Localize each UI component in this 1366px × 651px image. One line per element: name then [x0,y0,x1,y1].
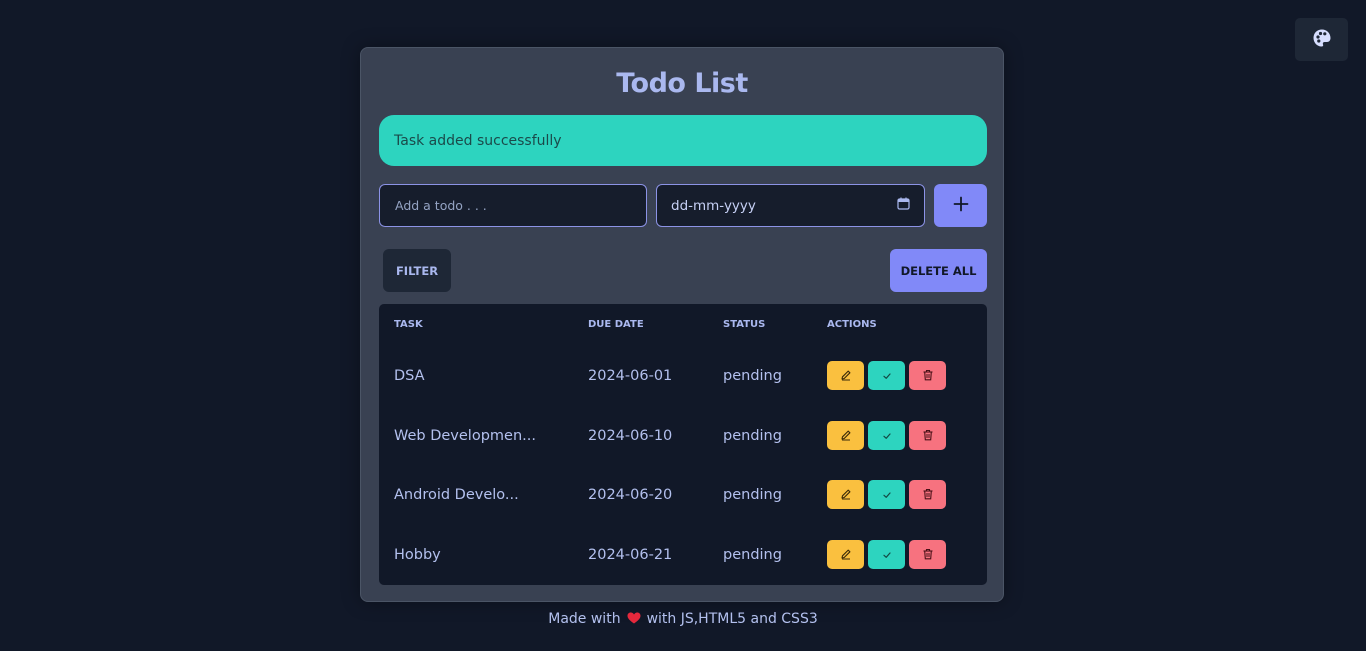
date-input-value: dd-mm-yyyy [671,197,756,214]
plus-icon [953,196,969,216]
pencil-icon [840,366,852,385]
task-due-date: 2024-06-10 [588,428,673,444]
task-name: Android Develo... [394,487,519,503]
pencil-icon [840,545,852,564]
task-status: pending [723,487,782,503]
add-todo-button[interactable] [934,184,987,227]
todo-card: Todo List Task added successfully dd-mm-… [360,47,1004,602]
table-row: Hobby 2024-06-21 pending [379,525,987,585]
delete-all-button[interactable]: DELETE ALL [890,249,987,292]
heart-icon [627,612,641,628]
row-actions [827,480,946,509]
complete-button[interactable] [868,361,905,390]
edit-button[interactable] [827,480,864,509]
edit-button[interactable] [827,421,864,450]
table-row: Web Developmen... 2024-06-10 pending [379,406,987,466]
success-alert: Task added successfully [379,115,987,166]
check-icon [882,426,892,445]
complete-button[interactable] [868,421,905,450]
task-due-date: 2024-06-21 [588,547,673,563]
row-actions [827,421,946,450]
theme-toggle-button[interactable] [1295,18,1348,61]
todo-input[interactable] [379,184,647,227]
check-icon [882,366,892,385]
delete-button[interactable] [909,540,946,569]
task-status: pending [723,547,782,563]
table-row: Android Develo... 2024-06-20 pending [379,465,987,525]
complete-button[interactable] [868,480,905,509]
task-name: Web Developmen... [394,428,536,444]
check-icon [882,545,892,564]
trash-icon [922,426,934,445]
table-row: DSA 2024-06-01 pending [379,346,987,406]
alert-text: Task added successfully [394,132,562,149]
footer-text-before: Made with [548,611,621,627]
task-due-date: 2024-06-01 [588,368,673,384]
edit-button[interactable] [827,361,864,390]
calendar-icon[interactable] [897,197,910,214]
task-status: pending [723,368,782,384]
footer: Made with with JS,HTML5 and CSS3 [0,611,1366,628]
due-date-input[interactable]: dd-mm-yyyy [656,184,925,227]
row-actions [827,540,946,569]
pencil-icon [840,426,852,445]
pencil-icon [840,485,852,504]
task-name: DSA [394,368,425,384]
header-actions: ACTIONS [827,319,877,330]
row-actions [827,361,946,390]
task-due-date: 2024-06-20 [588,487,673,503]
delete-button[interactable] [909,361,946,390]
palette-icon [1312,28,1332,52]
edit-button[interactable] [827,540,864,569]
header-task: TASK [394,319,423,330]
footer-text-after: with JS,HTML5 and CSS3 [646,611,818,627]
trash-icon [922,485,934,504]
header-status: STATUS [723,319,766,330]
todo-table: TASK DUE DATE STATUS ACTIONS DSA 2024-06… [379,304,987,585]
task-name: Hobby [394,547,441,563]
task-status: pending [723,428,782,444]
check-icon [882,485,892,504]
trash-icon [922,545,934,564]
page-title: Todo List [616,68,748,99]
filter-button[interactable]: FILTER [383,249,451,292]
header-due-date: DUE DATE [588,319,644,330]
complete-button[interactable] [868,540,905,569]
trash-icon [922,366,934,385]
delete-button[interactable] [909,480,946,509]
delete-button[interactable] [909,421,946,450]
